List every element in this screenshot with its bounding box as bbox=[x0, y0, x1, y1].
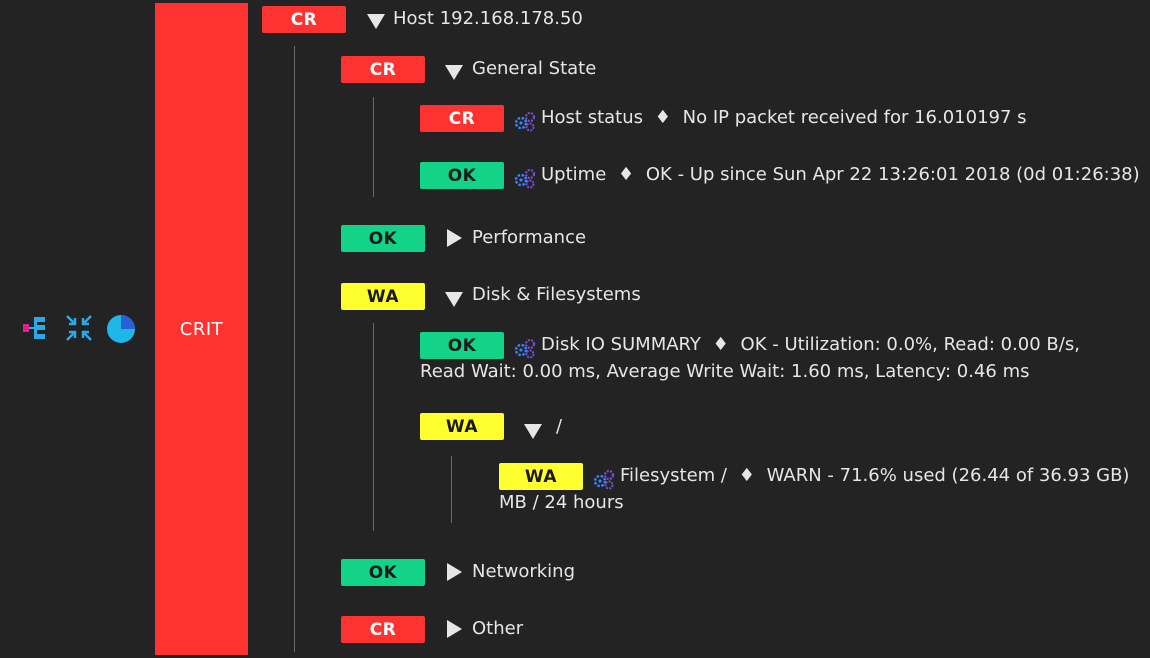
host-status-name[interactable]: Host status bbox=[541, 107, 643, 128]
filesystem-badge: WA bbox=[499, 463, 583, 490]
other-title[interactable]: Other bbox=[472, 619, 523, 639]
service-gears-icon[interactable] bbox=[514, 110, 536, 132]
disk-io-badge: OK bbox=[420, 332, 504, 359]
service-gears-icon[interactable] bbox=[593, 468, 615, 490]
uptime-output: OK - Up since Sun Apr 22 13:26:01 2018 (… bbox=[645, 164, 1140, 185]
networking-badge: OK bbox=[341, 559, 425, 586]
performance-title[interactable]: Performance bbox=[472, 228, 586, 248]
tree-connector-root bbox=[294, 46, 295, 652]
aggregation-state-crit: CRIT bbox=[155, 3, 248, 655]
general-state-title[interactable]: General State bbox=[472, 59, 596, 79]
uptime-badge: OK bbox=[420, 162, 504, 189]
expand-networking-toggle[interactable] bbox=[447, 563, 462, 581]
disk-io-output-line1: OK - Utilization: 0.0%, Read: 0.00 B/s, bbox=[740, 334, 1080, 355]
separator: ♦ bbox=[712, 334, 729, 355]
service-gears-icon[interactable] bbox=[514, 167, 536, 189]
expand-performance-toggle[interactable] bbox=[447, 229, 462, 247]
disk-filesystems-title[interactable]: Disk & Filesystems bbox=[472, 285, 641, 305]
expand-general-state-toggle[interactable] bbox=[445, 65, 463, 80]
general-state-badge: CR bbox=[341, 56, 425, 83]
disk-io-output-line2: Read Wait: 0.00 ms, Average Write Wait: … bbox=[420, 361, 1030, 382]
filesystem-name[interactable]: Filesystem / bbox=[620, 465, 727, 486]
separator: ♦ bbox=[654, 107, 671, 128]
service-gears-icon[interactable] bbox=[514, 337, 536, 359]
uptime-row: Uptime ♦ OK - Up since Sun Apr 22 13:26:… bbox=[541, 165, 1140, 185]
host-status-row: Host status ♦ No IP packet received for … bbox=[541, 108, 1027, 128]
tree-connector-general-state bbox=[373, 97, 374, 197]
other-badge: CR bbox=[341, 616, 425, 643]
host-status-output: No IP packet received for 16.010197 s bbox=[682, 107, 1027, 128]
hierarchy-icon[interactable] bbox=[23, 314, 51, 342]
root-title[interactable]: Host 192.168.178.50 bbox=[393, 9, 583, 29]
expand-disk-filesystems-toggle[interactable] bbox=[445, 292, 463, 307]
filesystem-output-line1: WARN - 71.6% used (26.44 of 36.93 GB) bbox=[766, 465, 1130, 486]
separator: ♦ bbox=[738, 465, 755, 486]
disk-filesystems-badge: WA bbox=[341, 283, 425, 310]
root-state-badge: CR bbox=[262, 6, 346, 33]
performance-badge: OK bbox=[341, 225, 425, 252]
disk-io-name[interactable]: Disk IO SUMMARY bbox=[541, 334, 701, 355]
networking-title[interactable]: Networking bbox=[472, 562, 575, 582]
tree-connector-root-fs bbox=[451, 456, 452, 523]
expand-root-fs-toggle[interactable] bbox=[524, 424, 542, 439]
filesystem-output-line2: MB / 24 hours bbox=[499, 492, 624, 513]
root-fs-group-badge: WA bbox=[420, 413, 504, 440]
pie-chart-icon[interactable] bbox=[106, 314, 135, 343]
aggregation-state-label: CRIT bbox=[179, 318, 224, 340]
root-fs-group-title[interactable]: / bbox=[556, 417, 562, 437]
expand-other-toggle[interactable] bbox=[447, 620, 462, 638]
separator: ♦ bbox=[618, 164, 635, 185]
expand-root-toggle[interactable] bbox=[367, 14, 385, 29]
uptime-name[interactable]: Uptime bbox=[541, 164, 606, 185]
collapse-arrows-icon[interactable] bbox=[65, 314, 93, 342]
disk-io-row: Disk IO SUMMARY ♦ OK - Utilization: 0.0%… bbox=[541, 335, 1080, 355]
host-status-badge: CR bbox=[420, 105, 504, 132]
filesystem-row: Filesystem / ♦ WARN - 71.6% used (26.44 … bbox=[620, 466, 1129, 486]
tree-connector-disk bbox=[373, 323, 374, 531]
